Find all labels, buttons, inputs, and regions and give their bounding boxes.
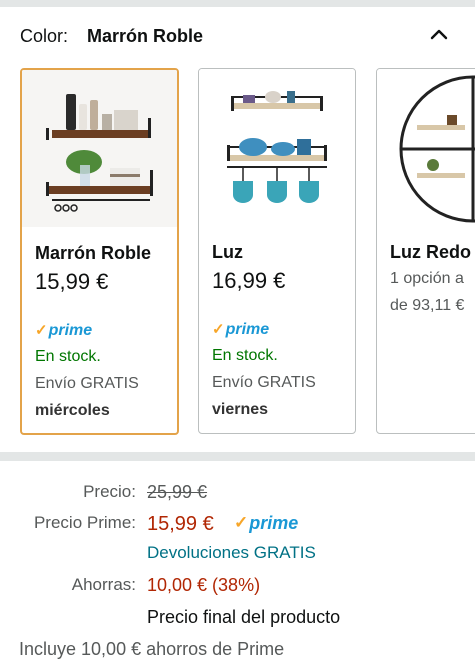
product-image-marron-roble	[22, 70, 177, 227]
shipping-info: Envío GRATIS	[35, 375, 139, 392]
list-price-label: Precio:	[83, 482, 136, 501]
shipping-info: Envío GRATIS	[212, 374, 316, 391]
variation-card-luz[interactable]: Luz 16,99 € ✓ prime En stock. Envío GRAT…	[198, 68, 356, 434]
card-name: Luz Redo	[390, 242, 471, 262]
prime-price-value: 15,99 €	[147, 513, 214, 535]
card-price: 15,99 €	[35, 269, 109, 294]
variation-selected-value: Marrón Roble	[87, 26, 204, 46]
product-image-luz	[199, 69, 355, 226]
product-image-luz-redo	[377, 69, 475, 226]
prime-badge: ✓ prime	[234, 513, 299, 533]
section-divider	[0, 452, 475, 461]
prime-savings-note: Incluye 10,00 € ahorros de Prime	[19, 639, 285, 659]
variation-carousel[interactable]: Marrón Roble 15,99 € ✓ prime En stock. E…	[0, 68, 475, 436]
variation-card-marron-roble[interactable]: Marrón Roble 15,99 € ✓ prime En stock. E…	[20, 68, 179, 435]
prime-check-icon: ✓	[234, 513, 249, 532]
free-returns-link[interactable]: Devoluciones GRATIS	[147, 543, 316, 563]
delivery-day: viernes	[212, 401, 269, 418]
options-count: 1 opción a	[390, 270, 464, 287]
variation-card-luz-redo[interactable]: Luz Redo 1 opción a de 93,11 €	[376, 68, 475, 434]
top-separator	[0, 0, 475, 7]
savings-value: 10,00 € (38%)	[147, 575, 261, 595]
prime-badge: ✓ prime	[212, 321, 270, 338]
card-name: Marrón Roble	[35, 243, 152, 263]
card-name: Luz	[212, 242, 243, 262]
delivery-day: miércoles	[35, 402, 110, 419]
stock-status: En stock.	[35, 348, 101, 365]
options-price: de 93,11 €	[390, 297, 465, 314]
list-price-value: 25,99 €	[147, 482, 208, 502]
variation-label: Color:	[20, 26, 69, 46]
prime-check-icon: ✓	[35, 322, 48, 339]
variation-header[interactable]: Color: Marrón Roble	[0, 7, 475, 65]
stock-status: En stock.	[212, 347, 278, 364]
prime-badge: ✓ prime	[35, 322, 93, 339]
final-price-note: Precio final del producto	[147, 607, 341, 627]
savings-label: Ahorras:	[71, 575, 136, 594]
prime-check-icon: ✓	[212, 321, 225, 338]
price-block: Precio: 25,99 € Precio Prime: 15,99 € ✓ …	[0, 470, 475, 666]
prime-price-label: Precio Prime:	[33, 513, 136, 532]
card-price: 16,99 €	[212, 268, 286, 293]
chevron-up-icon[interactable]	[428, 23, 450, 45]
